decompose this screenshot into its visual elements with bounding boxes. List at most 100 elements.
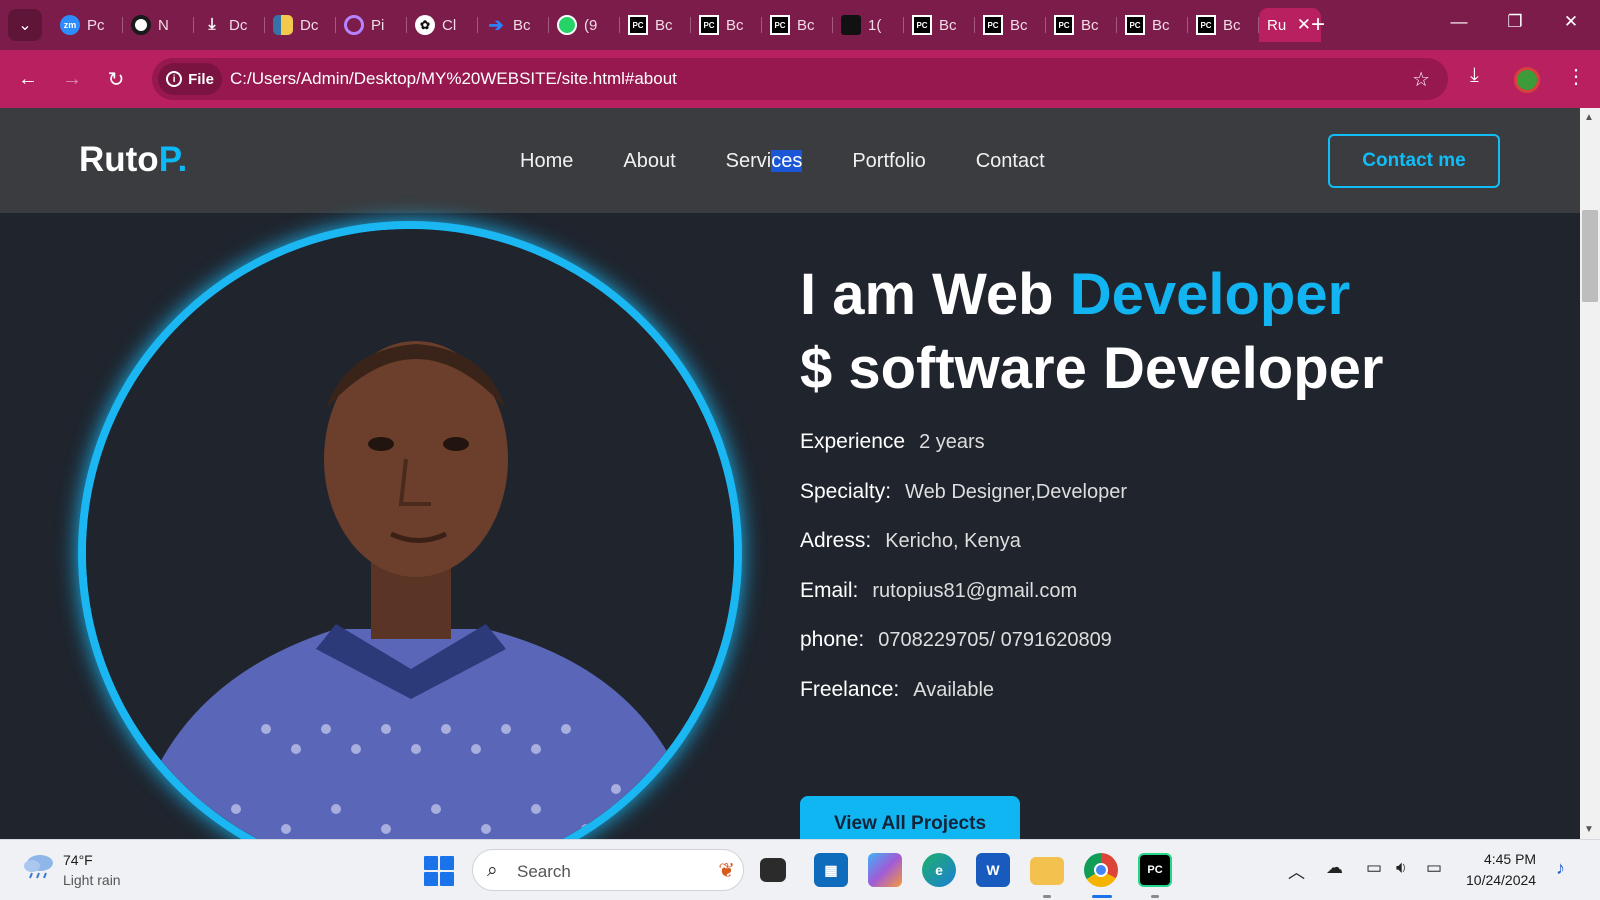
address-bar[interactable]: i File C:/Users/Admin/Desktop/MY%20WEBSI… [152,58,1448,100]
notification-bell-icon[interactable]: ♪ [1556,858,1565,879]
browser-tab[interactable]: (9 [549,8,620,42]
zoom-icon: zm [60,15,80,35]
weather-description[interactable]: Light rain [63,872,121,888]
tab-title: Bc [513,16,531,34]
tab-title: Ru [1267,16,1287,34]
black-site-icon [841,15,861,35]
nav-services-part: Servi [725,150,772,172]
nav-contact[interactable]: Contact [976,150,1045,173]
volume-icon[interactable]: 🔉︎ [1396,858,1407,878]
tab-title: Pi [371,16,385,34]
browser-tab[interactable]: N [123,8,194,42]
headline-accent: Developer [1069,262,1351,327]
onedrive-cloud-icon[interactable]: ☁ [1326,858,1343,878]
scroll-up-icon[interactable]: ▲ [1584,112,1594,123]
browser-tab[interactable]: Pi [336,8,407,42]
info-label: Specialty: [800,479,892,503]
word-icon[interactable]: W [976,853,1010,887]
browser-tab[interactable]: 1( [833,8,904,42]
web-page: RutoP. Home About Services Portfolio Con… [0,108,1580,839]
tab-search-button[interactable]: ⌄ [8,9,42,41]
back-arrow-icon[interactable]: ← [12,63,44,95]
headline-line-1: I am Web Developer [800,258,1383,332]
nav-portfolio[interactable]: Portfolio [852,150,925,173]
page-scrollbar[interactable]: ▲ ▼ [1580,108,1600,839]
browser-tab[interactable]: ➔ Bc [478,8,549,42]
browser-tab[interactable]: ⤓ Dc [194,8,265,42]
pycharm-icon[interactable]: PC [1138,853,1172,887]
browser-tab[interactable]: PC Bc [1046,8,1117,42]
explorer-running-indicator [1043,895,1051,898]
pycharm-icon: PC [912,15,932,35]
tab-title: 1( [868,16,882,34]
menu-kebab-icon[interactable]: ⋮ [1566,64,1586,89]
browser-tab[interactable]: Dc [265,8,336,42]
tab-title: Bc [726,16,744,34]
nav-services[interactable]: Services [726,150,803,173]
pycharm-icon: PC [983,15,1003,35]
profile-avatar[interactable] [1514,67,1540,93]
whatsapp-icon [557,15,577,35]
info-address: Adress: Kericho, Kenya [800,529,1127,579]
microsoft-store-icon[interactable]: ▦ [814,853,848,887]
headline-line-2: $ software Developer [800,336,1384,401]
weather-temperature[interactable]: 74°F [63,852,93,868]
minimize-icon[interactable]: — [1444,12,1474,32]
edge-icon[interactable]: e [922,853,956,887]
taskbar-search[interactable]: ⌕ Search ❦ [472,849,744,891]
info-label: phone: [800,628,865,651]
info-label: Freelance: [800,677,900,701]
site-logo[interactable]: RutoP. [79,140,187,180]
close-window-icon[interactable]: ✕ [1556,12,1586,32]
reload-icon[interactable]: ↻ [100,63,132,95]
forward-arrow-icon[interactable]: → [56,63,88,95]
logo-main: Ruto [79,140,159,179]
browser-tab[interactable]: PC Bc [620,8,691,42]
file-chip-label: File [188,70,214,88]
info-value: 2 years [919,431,985,453]
search-icon: ⌕ [487,860,498,881]
nav-about[interactable]: About [623,150,675,173]
tab-title: Bc [655,16,673,34]
tab-title: Bc [1010,16,1028,34]
view-all-projects-button[interactable]: View All Projects [800,796,1020,839]
browser-toolbar: ← → ↻ i File C:/Users/Admin/Desktop/MY%2… [0,50,1600,108]
network-icon[interactable]: ▭ [1366,858,1382,878]
new-tab-button[interactable]: + [1304,12,1332,38]
chevron-down-icon: ⌄ [18,17,32,34]
info-specialty: Specialty: Web Designer,Developer [800,480,1127,530]
restore-icon[interactable]: ❐ [1500,12,1530,32]
tab-title: Bc [1152,16,1170,34]
battery-icon[interactable]: ▭ [1426,858,1442,878]
scroll-down-icon[interactable]: ▼ [1584,824,1594,835]
browser-tab[interactable]: PC Bc [904,8,975,42]
file-explorer-icon[interactable] [1030,857,1064,885]
bookmark-star-icon[interactable]: ☆ [1412,67,1430,92]
browser-tab[interactable]: PC Bc [762,8,833,42]
url-text[interactable]: C:/Users/Admin/Desktop/MY%20WEBSITE/site… [230,69,677,89]
nav-home[interactable]: Home [520,150,573,173]
contact-me-button[interactable]: Contact me [1328,134,1500,188]
copilot-icon[interactable] [868,853,902,887]
browser-tab[interactable]: PC Bc [1188,8,1259,42]
system-clock[interactable]: 4:45 PM 10/24/2024 [1466,849,1536,891]
browser-tab[interactable]: PC Bc [975,8,1046,42]
chrome-icon[interactable] [1084,853,1118,887]
browser-tab[interactable]: PC Bc [691,8,762,42]
browser-tab[interactable]: ✿ Cl [407,8,478,42]
download-icon[interactable]: ⤓ [1470,64,1479,87]
main-nav: Home About Services Portfolio Contact [520,150,1045,173]
tab-title: Bc [1223,16,1241,34]
info-value: rutopius81@gmail.com [872,579,1078,602]
task-view-icon[interactable] [760,858,786,882]
info-experience: Experience 2 years [800,430,1127,480]
browser-tab[interactable]: PC Bc [1117,8,1188,42]
tab-title: Bc [797,16,815,34]
ring-icon [344,15,364,35]
info-value: Available [913,678,995,701]
browser-tab[interactable]: zm Pc [52,8,123,42]
scroll-thumb[interactable] [1582,210,1598,302]
windows-start-icon[interactable] [424,856,454,886]
site-info-chip[interactable]: i File [158,63,222,95]
show-hidden-icons-icon[interactable]: ︿ [1288,858,1305,883]
